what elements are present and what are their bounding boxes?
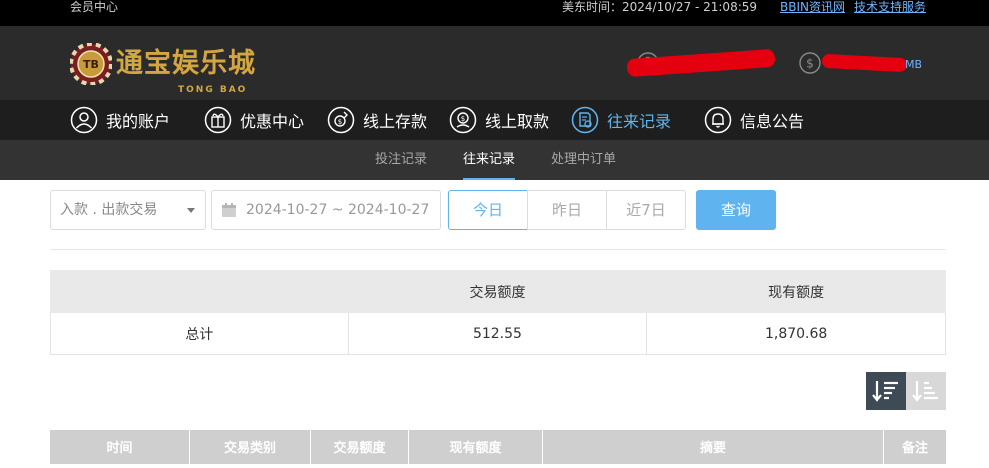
nav-label: 线上取款 <box>485 112 550 131</box>
site-logo[interactable]: TB 通宝娱乐城 TONG BAO <box>70 43 256 96</box>
col-type[interactable]: 交易类别 <box>190 430 311 464</box>
nav-promotions[interactable]: 优惠中心 <box>204 105 304 135</box>
summary-total-label: 总计 <box>50 312 349 355</box>
date-range-input[interactable]: 2024-10-27 ~ 2024-10-27 <box>211 190 441 230</box>
transaction-type-select[interactable]: 入款 . 出款交易 <box>50 190 206 230</box>
bbin-news-link[interactable]: BBIN资讯网 <box>780 0 845 14</box>
server-time: 美东时间：2024/10/27 - 21:08:59 <box>562 0 758 14</box>
svg-text:$: $ <box>338 118 342 126</box>
quick-yesterday-button[interactable]: 昨日 <box>527 190 607 230</box>
calendar-icon <box>222 203 236 217</box>
nav-announcements[interactable]: 信息公告 <box>704 105 804 135</box>
sort-ascending-button[interactable] <box>906 372 946 410</box>
tab-bet-records[interactable]: 投注记录 <box>375 140 427 180</box>
summary-header-amount: 交易额度 <box>347 270 648 313</box>
nav-label: 信息公告 <box>740 112 805 131</box>
balance-dollar-icon: $ <box>799 52 821 74</box>
col-remark[interactable]: 备注 <box>884 430 946 464</box>
col-time[interactable]: 时间 <box>50 430 190 464</box>
casino-chip-icon: TB <box>70 43 112 85</box>
sort-asc-icon <box>912 381 938 402</box>
sort-descending-button[interactable] <box>866 372 906 410</box>
bell-icon <box>704 106 732 134</box>
summary-total-balance: 1,870.68 <box>646 312 946 355</box>
summary-header-row: 交易额度 现有额度 <box>50 270 946 313</box>
nav-online-deposit[interactable]: $ 线上存款 <box>327 105 427 135</box>
query-button[interactable]: 查询 <box>696 190 776 230</box>
caret-down-icon <box>187 208 195 213</box>
tab-pending-orders[interactable]: 处理中订单 <box>551 140 616 180</box>
date-range-value: 2024-10-27 ~ 2024-10-27 <box>246 202 430 218</box>
section-divider <box>50 249 946 250</box>
gift-icon <box>204 106 232 134</box>
records-icon <box>571 106 599 134</box>
records-table-header: 时间 交易类别 交易额度 现有额度 摘要 备注 <box>50 430 946 464</box>
tab-transaction-records[interactable]: 往来记录 <box>463 140 516 180</box>
withdraw-icon: $ <box>449 106 477 134</box>
nav-label: 我的账户 <box>106 112 171 131</box>
nav-online-withdraw[interactable]: $ 线上取款 <box>449 105 549 135</box>
sub-nav: 投注记录 往来记录 处理中订单 <box>0 140 989 180</box>
col-balance[interactable]: 现有额度 <box>409 430 543 464</box>
quick-today-button[interactable]: 今日 <box>448 190 528 230</box>
summary-total-row: 总计 512.55 1,870.68 <box>50 312 946 355</box>
summary-header-balance: 现有额度 <box>646 270 946 313</box>
summary-table: 交易额度 现有额度 总计 512.55 1,870.68 <box>50 270 946 355</box>
summary-header-blank <box>50 270 349 313</box>
deposit-icon: $ <box>327 106 355 134</box>
user-icon <box>70 106 98 134</box>
nav-label: 优惠中心 <box>240 112 305 131</box>
svg-text:$: $ <box>461 115 465 123</box>
summary-total-amount: 512.55 <box>347 312 648 355</box>
svg-text:$: $ <box>806 57 814 71</box>
transaction-type-value: 入款 . 出款交易 <box>60 202 158 218</box>
redacted-balance <box>821 53 908 73</box>
logo-text: 通宝娱乐城 TONG BAO <box>116 49 256 96</box>
top-info-bar: 会员中心 美东时间：2024/10/27 - 21:08:59 BBIN资讯网 … <box>0 0 989 26</box>
col-amount[interactable]: 交易额度 <box>311 430 409 464</box>
nav-label: 往来记录 <box>607 112 672 131</box>
quick-7days-button[interactable]: 近7日 <box>606 190 686 230</box>
main-nav: 我的账户 优惠中心 $ 线上存款 $ 线上取款 往来记录 信息公告 <box>0 100 989 140</box>
col-summary[interactable]: 摘要 <box>543 430 884 464</box>
member-center-label[interactable]: 会员中心 <box>70 0 118 14</box>
tech-support-link[interactable]: 技术支持服务 <box>854 0 926 14</box>
nav-my-account[interactable]: 我的账户 <box>70 105 170 135</box>
nav-label: 线上存款 <box>363 112 428 131</box>
nav-records[interactable]: 往来记录 <box>571 105 671 135</box>
site-header: TB 通宝娱乐城 TONG BAO $ MB <box>0 26 989 100</box>
logo-badge-text: TB <box>83 58 99 71</box>
sort-desc-icon <box>872 381 898 402</box>
currency-suffix: MB <box>905 58 923 71</box>
